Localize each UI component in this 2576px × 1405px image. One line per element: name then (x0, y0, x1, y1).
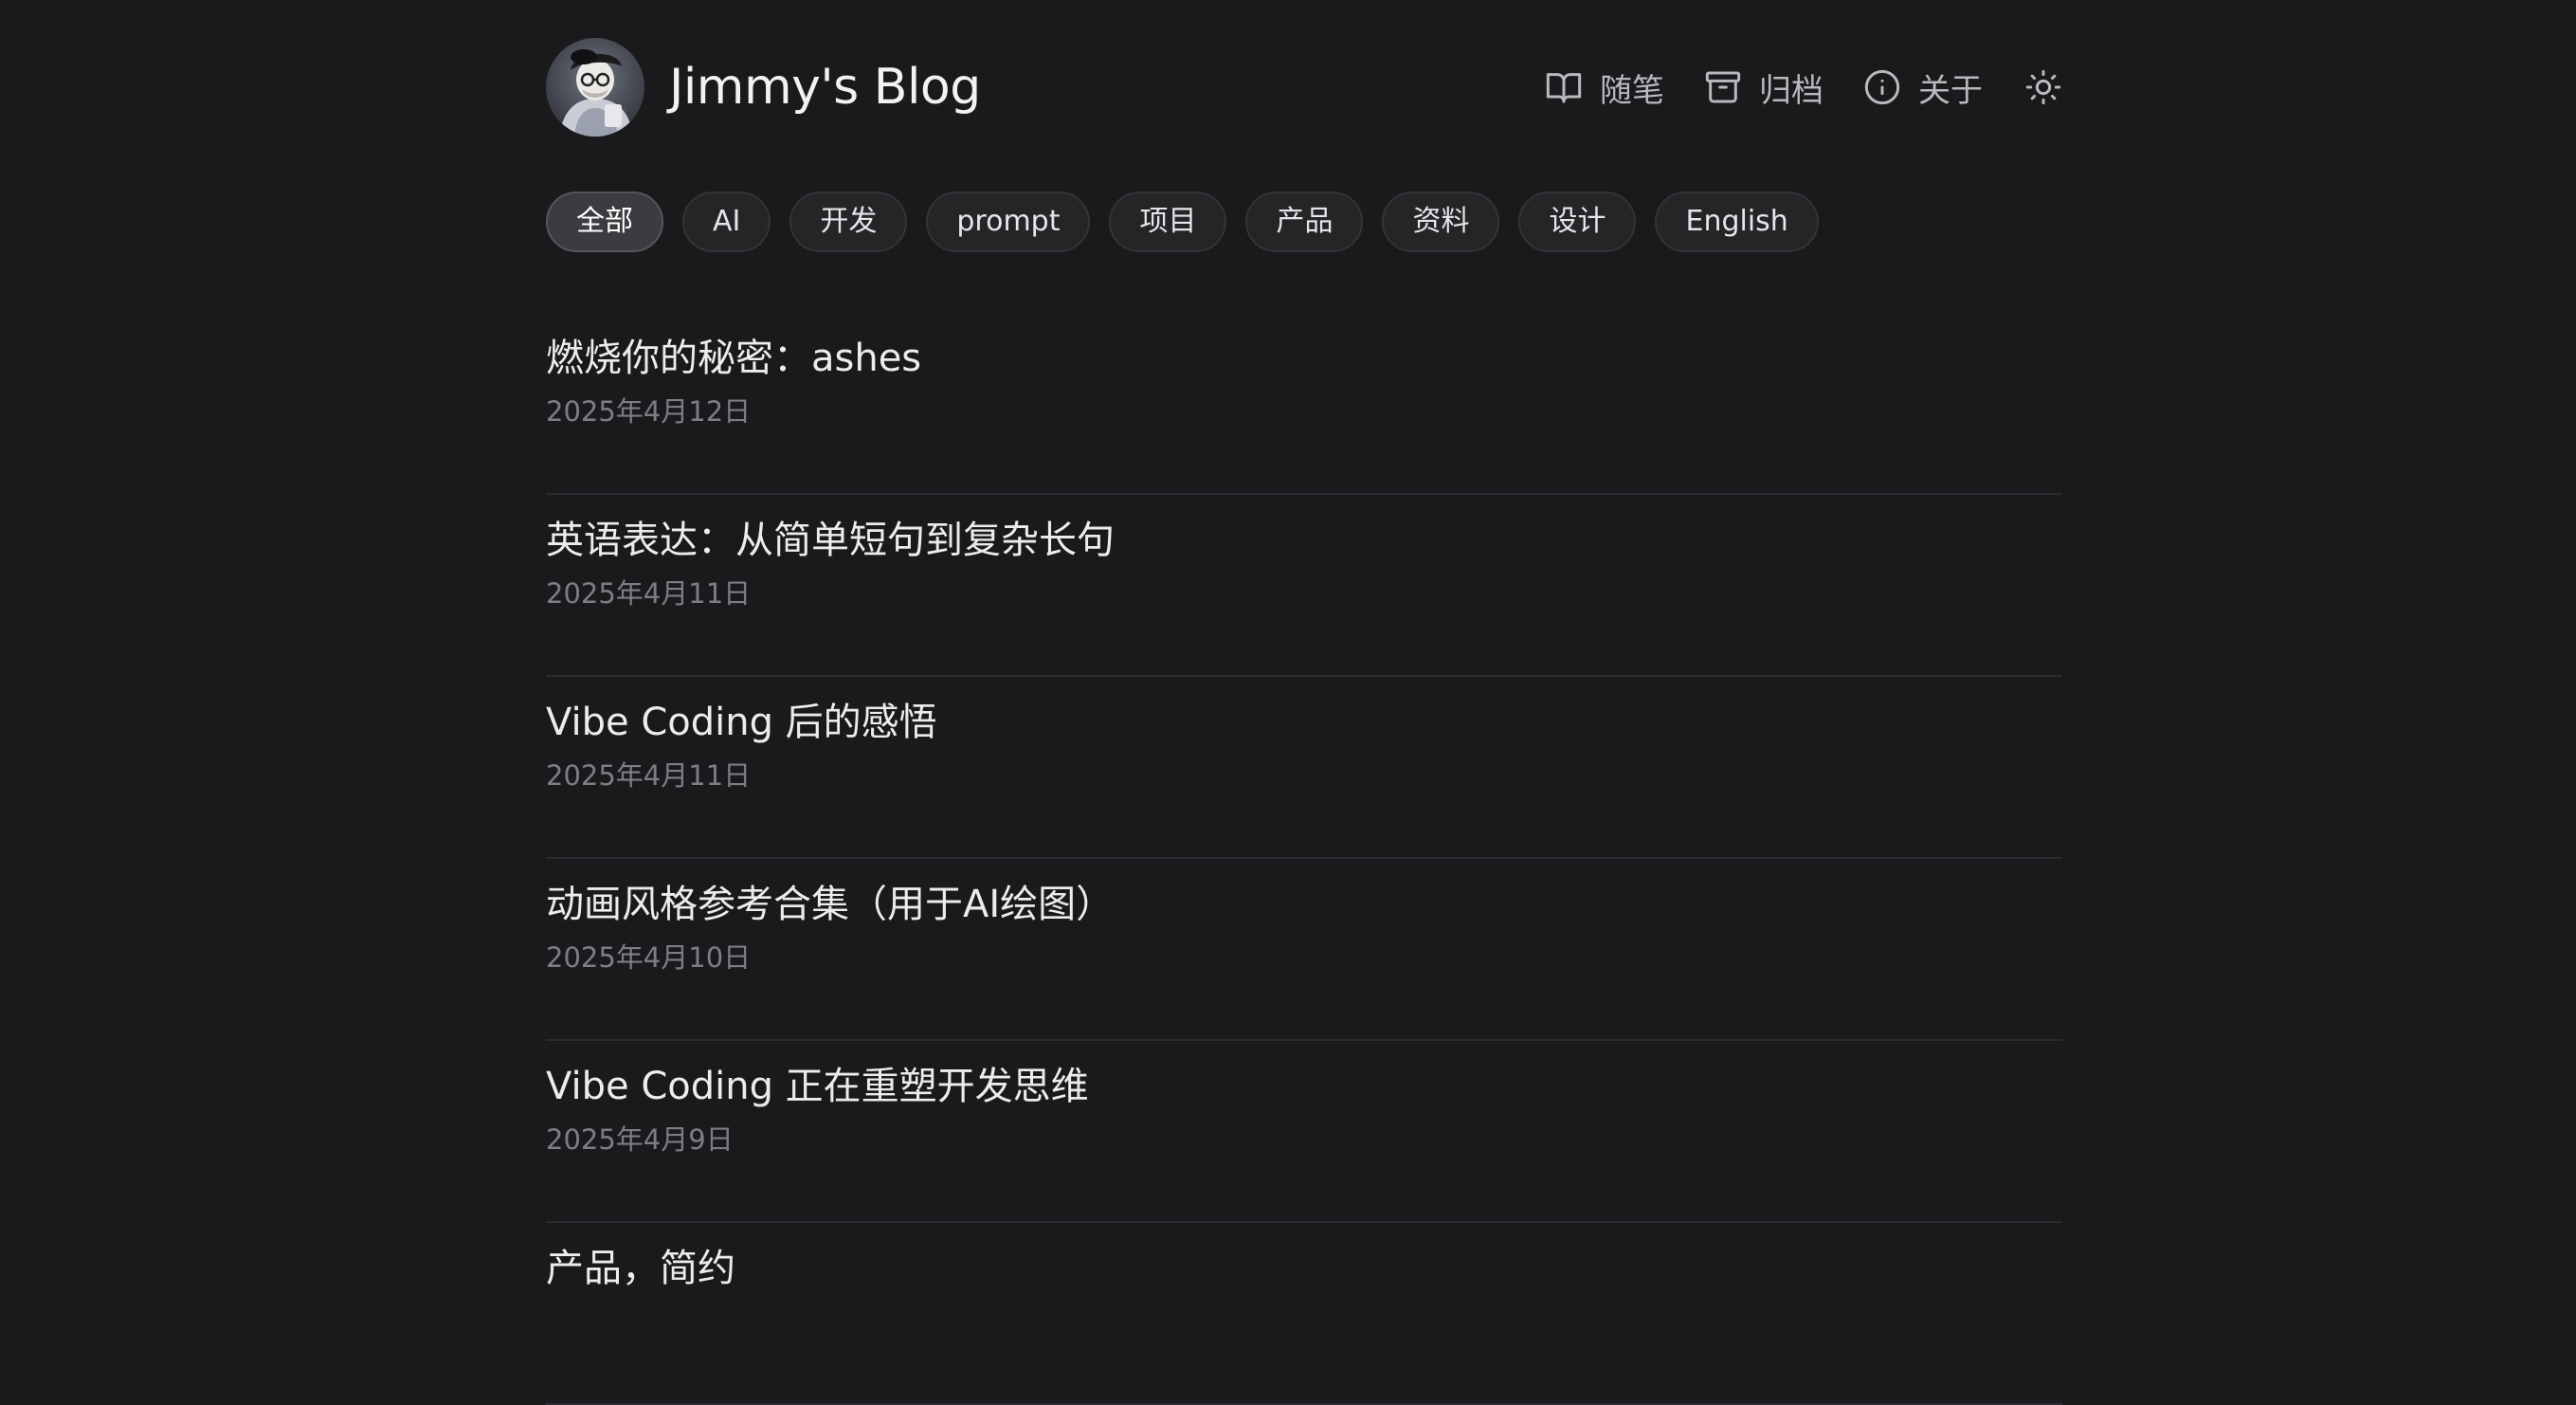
main-nav: 随笔 归档 关于 (1505, 61, 2062, 114)
tag-english[interactable]: English (1655, 192, 1819, 252)
book-open-icon (1546, 73, 1582, 103)
post-title[interactable]: Vibe Coding 后的感悟 (546, 696, 937, 749)
list-item[interactable]: Vibe Coding 正在重塑开发思维 2025年4月9日 (546, 1041, 2062, 1223)
nav-item-label: 归档 (1759, 71, 1823, 110)
post-date: 2025年4月9日 (546, 1123, 734, 1156)
nav-item-about[interactable]: 关于 (1863, 64, 1983, 111)
site-title[interactable]: Jimmy's Blog (669, 53, 981, 121)
list-item[interactable]: 燃烧你的秘密：ashes 2025年4月12日 (546, 313, 2062, 495)
post-title[interactable]: 燃烧你的秘密：ashes (546, 332, 921, 385)
tag-projects[interactable]: 项目 (1109, 192, 1227, 252)
tag-prompt[interactable]: prompt (926, 192, 1091, 252)
tag-resources[interactable]: 资料 (1382, 192, 1500, 252)
tag-filter-bar: 全部 AI 开发 prompt 项目 产品 资料 设计 English (546, 192, 1838, 252)
post-title[interactable]: 动画风格参考合集（用于AI绘图） (546, 878, 1114, 931)
list-item[interactable]: 英语表达：从简单短句到复杂长句 2025年4月11日 (546, 495, 2062, 677)
avatar[interactable] (546, 38, 644, 137)
post-date: 2025年4月11日 (546, 577, 752, 610)
post-date: 2025年4月10日 (546, 941, 752, 974)
list-item[interactable]: Vibe Coding 后的感悟 2025年4月11日 (546, 677, 2062, 859)
sun-icon (2025, 69, 2061, 105)
nav-item-label: 随笔 (1600, 71, 1664, 110)
theme-toggle-button[interactable] (2024, 68, 2062, 106)
site-header: Jimmy's Blog 随笔 归档 关于 (546, 38, 2062, 137)
avatar-image (546, 38, 644, 137)
post-title[interactable]: 英语表达：从简单短句到复杂长句 (546, 514, 1115, 567)
tag-product[interactable]: 产品 (1245, 192, 1364, 252)
nav-item-label: 关于 (1918, 71, 1983, 110)
nav-item-archive[interactable]: 归档 (1704, 64, 1823, 111)
post-title[interactable]: 产品，简约 (546, 1242, 735, 1295)
tag-all[interactable]: 全部 (546, 192, 663, 252)
list-item[interactable]: 动画风格参考合集（用于AI绘图） 2025年4月10日 (546, 859, 2062, 1041)
archive-icon (1705, 71, 1741, 103)
info-icon (1864, 69, 1900, 105)
list-item[interactable]: 产品，简约 (546, 1223, 2062, 1405)
post-date: 2025年4月11日 (546, 759, 752, 792)
tag-ai[interactable]: AI (682, 192, 771, 252)
tag-design[interactable]: 设计 (1518, 192, 1637, 252)
post-list: 燃烧你的秘密：ashes 2025年4月12日 英语表达：从简单短句到复杂长句 … (546, 313, 2062, 1405)
post-date: 2025年4月12日 (546, 395, 752, 428)
nav-item-essays[interactable]: 随笔 (1545, 64, 1664, 111)
post-title[interactable]: Vibe Coding 正在重塑开发思维 (546, 1060, 1089, 1113)
tag-development[interactable]: 开发 (789, 192, 908, 252)
